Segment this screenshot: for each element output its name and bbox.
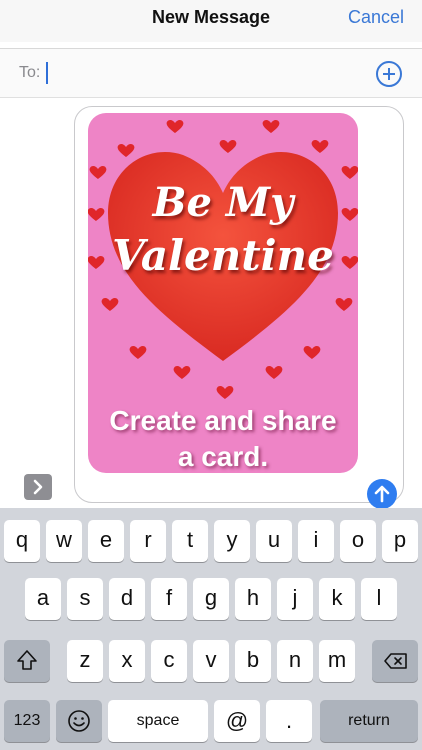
heart-icon	[117, 143, 135, 157]
numbers-key[interactable]: 123	[4, 700, 50, 742]
key-d[interactable]: d	[109, 578, 145, 620]
key-s[interactable]: s	[67, 578, 103, 620]
key-a[interactable]: a	[25, 578, 61, 620]
text-cursor	[46, 62, 48, 84]
key-z[interactable]: z	[67, 640, 103, 682]
expand-apps-button[interactable]	[24, 474, 52, 500]
keyboard: q w e r t y u i o p a s d f g h j k l z …	[0, 508, 422, 750]
cancel-button[interactable]: Cancel	[348, 7, 404, 28]
space-key[interactable]: space	[108, 700, 208, 742]
key-m[interactable]: m	[319, 640, 355, 682]
emoji-key[interactable]	[56, 700, 102, 742]
key-q[interactable]: q	[4, 520, 40, 562]
to-label: To:	[19, 64, 41, 81]
heart-icon	[303, 345, 321, 359]
key-u[interactable]: u	[256, 520, 292, 562]
key-x[interactable]: x	[109, 640, 145, 682]
heart-icon	[219, 139, 237, 153]
arrow-up-icon	[374, 485, 390, 503]
message-input-bubble[interactable]: Be My Valentine Create and share a card.	[74, 106, 404, 509]
send-button[interactable]	[367, 479, 397, 509]
key-p[interactable]: p	[382, 520, 418, 562]
dot-key[interactable]: .	[266, 700, 312, 742]
heart-icon	[216, 385, 234, 399]
key-l[interactable]: l	[361, 578, 397, 620]
key-w[interactable]: w	[46, 520, 82, 562]
shift-icon	[17, 650, 37, 670]
heart-icon	[341, 165, 358, 179]
card-title-line-1: Be My	[152, 179, 294, 226]
card-caption-line-2: a card.	[177, 441, 269, 472]
key-i[interactable]: i	[298, 520, 334, 562]
heart-icon	[335, 297, 353, 311]
key-y[interactable]: y	[214, 520, 250, 562]
valentine-card-image: Be My Valentine Create and share a card.	[88, 113, 358, 473]
key-e[interactable]: e	[88, 520, 124, 562]
recipient-input[interactable]	[50, 57, 350, 89]
key-n[interactable]: n	[277, 640, 313, 682]
heart-icon	[173, 365, 191, 379]
key-r[interactable]: r	[130, 520, 166, 562]
navigation-bar: New Message Cancel	[0, 0, 422, 42]
backspace-icon	[384, 653, 407, 669]
card-caption-line-1: Create and share	[109, 405, 337, 436]
heart-icon	[265, 365, 283, 379]
at-key[interactable]: @	[214, 700, 260, 742]
recipient-row: To:	[0, 49, 422, 97]
heart-icon	[89, 165, 107, 179]
card-title-line-2: Valentine	[112, 231, 334, 280]
heart-icon	[129, 345, 147, 359]
emoji-icon	[68, 710, 90, 732]
heart-icon	[166, 119, 184, 133]
key-c[interactable]: c	[151, 640, 187, 682]
key-f[interactable]: f	[151, 578, 187, 620]
add-contact-icon[interactable]	[376, 61, 402, 87]
key-g[interactable]: g	[193, 578, 229, 620]
key-b[interactable]: b	[235, 640, 271, 682]
heart-icon	[101, 297, 119, 311]
shift-key[interactable]	[4, 640, 50, 682]
return-key[interactable]: return	[320, 700, 418, 742]
key-t[interactable]: t	[172, 520, 208, 562]
delete-key[interactable]	[372, 640, 418, 682]
key-k[interactable]: k	[319, 578, 355, 620]
heart-icon	[262, 119, 280, 133]
chevron-right-icon	[33, 479, 43, 495]
key-o[interactable]: o	[340, 520, 376, 562]
key-h[interactable]: h	[235, 578, 271, 620]
compose-area: Be My Valentine Create and share a card.	[0, 98, 422, 509]
key-j[interactable]: j	[277, 578, 313, 620]
heart-icon	[311, 139, 329, 153]
key-v[interactable]: v	[193, 640, 229, 682]
